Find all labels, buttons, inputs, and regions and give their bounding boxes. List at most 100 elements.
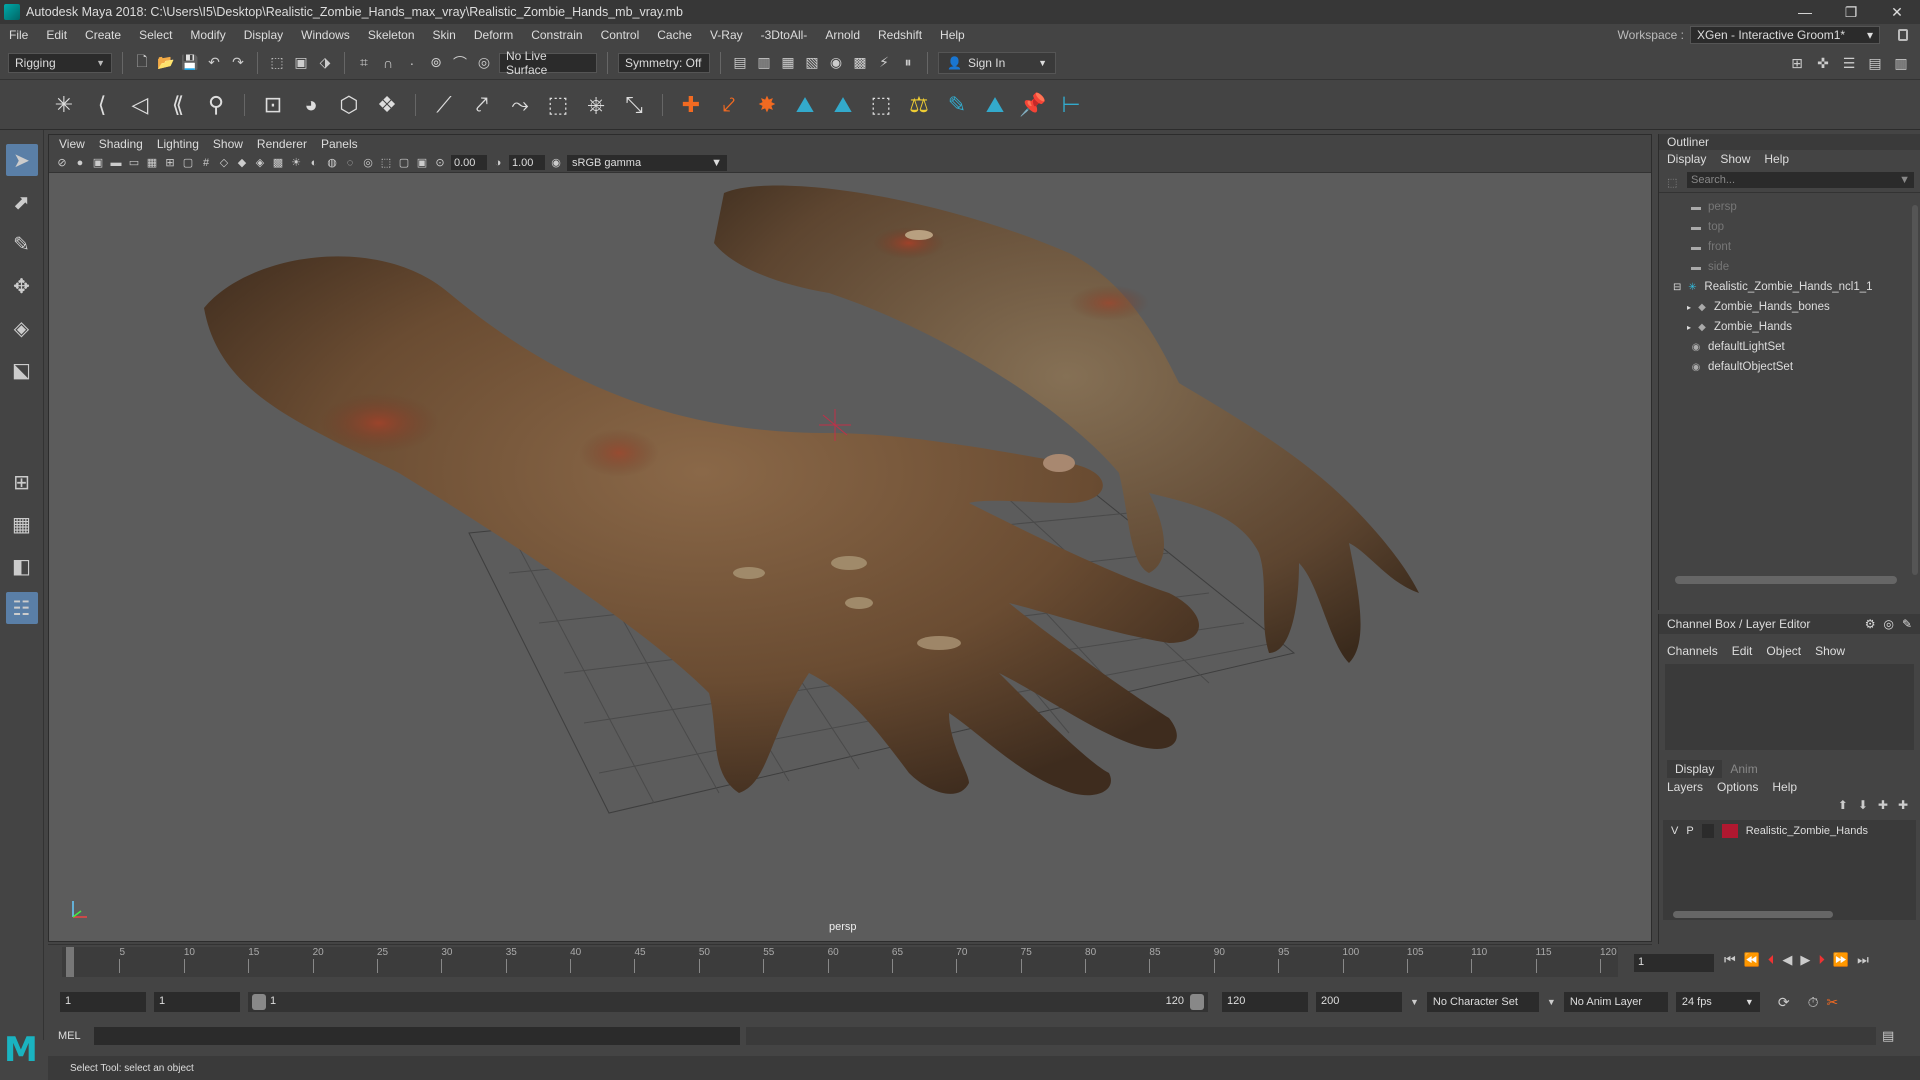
color-space-dropdown[interactable]: sRGB gamma ▼	[567, 154, 727, 171]
viewport-menu-item[interactable]: Lighting	[157, 137, 209, 151]
outliner-vertical-scrollbar[interactable]	[1912, 205, 1918, 575]
live-surface-field[interactable]: No Live Surface	[499, 49, 597, 77]
nonlinear-bend-icon[interactable]: ⤳	[506, 91, 534, 119]
isolate-select-icon[interactable]: ⬚	[379, 156, 393, 170]
step-forward-frame-icon[interactable]: ⏩	[1833, 952, 1849, 968]
command-input[interactable]	[94, 1027, 740, 1045]
animation-prefs-icon[interactable]: ✂	[1827, 994, 1839, 1011]
gamma-icon[interactable]: ◑	[491, 156, 505, 170]
layer-horizontal-scrollbar[interactable]	[1673, 911, 1833, 918]
layer-move-down-icon[interactable]: ⬇	[1858, 798, 1868, 812]
driven-key-icon[interactable]: ✎	[943, 91, 971, 119]
step-forward-key-icon[interactable]: ⏵	[1818, 952, 1825, 968]
layer-playback-toggle[interactable]: P	[1686, 825, 1693, 837]
menu-item[interactable]: Modify	[181, 28, 234, 42]
layer-menu-item[interactable]: Layers	[1667, 780, 1703, 794]
time-slider-track[interactable]: 1510152025303540455055606570758085909510…	[62, 947, 1618, 977]
outliner-item[interactable]: ▸ ◆ Zombie_Hands	[1659, 317, 1920, 337]
bind-skin-icon[interactable]: ⊡	[259, 91, 287, 119]
safe-action-icon[interactable]: ▢	[181, 156, 195, 170]
minimize-button[interactable]: —	[1782, 0, 1828, 24]
camera-attributes-icon[interactable]: ⊘	[55, 156, 69, 170]
outliner-horizontal-scrollbar[interactable]	[1675, 576, 1897, 584]
mel-language-toggle[interactable]: MEL	[58, 1030, 88, 1042]
tool-settings-icon[interactable]: ▤	[1866, 54, 1884, 72]
layer-menu-item[interactable]: Help	[1772, 780, 1797, 794]
menu-item[interactable]: V-Ray	[701, 28, 752, 42]
render-frame-icon[interactable]: ▥	[755, 54, 773, 72]
menu-item[interactable]: Deform	[465, 28, 522, 42]
menu-item[interactable]: Select	[130, 28, 181, 42]
ambient-occlusion-icon[interactable]: ◍	[325, 156, 339, 170]
current-frame-field[interactable]: 1	[1634, 954, 1714, 972]
outliner-item[interactable]: ▬ side	[1659, 257, 1920, 277]
select-object-icon[interactable]: ▣	[292, 54, 310, 72]
fps-dropdown[interactable]: 24 fps ▼	[1675, 992, 1760, 1012]
wireframe-on-shaded-icon[interactable]: ◈	[253, 156, 267, 170]
range-start-handle[interactable]	[252, 994, 266, 1010]
exposure-field[interactable]: 0.00	[451, 155, 487, 170]
render-view-icon[interactable]: ▤	[731, 54, 749, 72]
snap-surface-icon[interactable]: ⌒	[451, 54, 469, 72]
script-editor-icon[interactable]: ▤	[1882, 1028, 1894, 1044]
playback-start-field[interactable]: 1	[154, 992, 240, 1012]
menu-item[interactable]: Control	[592, 28, 649, 42]
menu-item[interactable]: File	[0, 28, 37, 42]
scale-tool-icon[interactable]: ⬕	[6, 354, 38, 386]
layer-editor-tab[interactable]: Anim	[1722, 760, 1765, 778]
play-backwards-icon[interactable]: ◀	[1782, 952, 1792, 968]
wire-icon[interactable]: ⎈	[582, 91, 610, 119]
outliner-item[interactable]: ▬ front	[1659, 237, 1920, 257]
paint-weights-icon[interactable]: ⬡	[335, 91, 363, 119]
lights-icon[interactable]: ☀	[289, 156, 303, 170]
time-slider[interactable]: 1510152025303540455055606570758085909510…	[48, 944, 1652, 978]
menu-item[interactable]: Skeleton	[359, 28, 424, 42]
goto-bind-pose-icon[interactable]: ⊢	[1057, 91, 1085, 119]
aim-constraint-icon[interactable]: ⤦	[715, 91, 743, 119]
scale-constraint-icon[interactable]: ⛰	[829, 91, 857, 119]
menu-item[interactable]: Edit	[37, 28, 76, 42]
smooth-shade-icon[interactable]: ◆	[235, 156, 249, 170]
outliner-menu-item[interactable]: Help	[1764, 152, 1789, 166]
save-scene-icon[interactable]: 💾	[181, 54, 199, 72]
menu-item[interactable]: Windows	[292, 28, 359, 42]
blend-shape-icon[interactable]: ⚖	[905, 91, 933, 119]
outliner-item[interactable]: ▸ ◆ Zombie_Hands_bones	[1659, 297, 1920, 317]
two-pane-icon[interactable]: ◧	[6, 550, 38, 582]
viewport-menu-item[interactable]: Show	[213, 137, 253, 151]
filter-icon[interactable]: ⬚	[1667, 176, 1677, 189]
menu-item[interactable]: Skin	[424, 28, 465, 42]
attribute-editor-icon[interactable]: ☰	[1840, 54, 1858, 72]
wireframe-icon[interactable]: ◇	[217, 156, 231, 170]
layer-move-up-icon[interactable]: ⬆	[1838, 798, 1848, 812]
anti-aliasing-icon[interactable]: ◎	[361, 156, 375, 170]
outliner-layout-icon[interactable]: ☷	[5, 592, 38, 624]
go-to-end-icon[interactable]: ⏭	[1857, 952, 1869, 968]
undo-icon[interactable]: ↶	[205, 54, 223, 72]
menu-item[interactable]: Cache	[648, 28, 701, 42]
xray-icon[interactable]: ▢	[397, 156, 411, 170]
menu-item[interactable]: Help	[931, 28, 974, 42]
snap-projected-icon[interactable]: ◎	[475, 54, 493, 72]
outliner-item[interactable]: ◉ defaultObjectSet	[1659, 357, 1920, 377]
move-tool-icon[interactable]: ✥	[6, 270, 38, 302]
grid-toggle-icon[interactable]: #	[199, 156, 213, 170]
modeling-toolkit-icon[interactable]: ⊞	[1788, 54, 1806, 72]
expand-toggle-icon[interactable]: ⊟	[1673, 282, 1681, 293]
outliner-item[interactable]: ▬ persp	[1659, 197, 1920, 217]
pole-vector-icon[interactable]: ⬚	[867, 91, 895, 119]
chevron-down-icon[interactable]: ▼	[1547, 997, 1556, 1007]
ik-handle-icon[interactable]: ◁	[126, 91, 154, 119]
film-gate-icon[interactable]: ▬	[109, 156, 123, 170]
character-set-field[interactable]: No Character Set	[1426, 992, 1539, 1012]
step-back-key-icon[interactable]: ⏴	[1768, 952, 1775, 968]
viewport-menu-item[interactable]: Renderer	[257, 137, 317, 151]
outliner-menu-item[interactable]: Show	[1720, 152, 1750, 166]
motion-blur-icon[interactable]: ◌	[343, 156, 357, 170]
insert-joint-icon[interactable]: ⟨	[88, 91, 116, 119]
menu-item[interactable]: -3DtoAll-	[752, 28, 817, 42]
color-management-icon[interactable]: ◉	[549, 156, 563, 170]
symmetry-dropdown[interactable]: Symmetry: Off	[618, 52, 710, 73]
textured-icon[interactable]: ▩	[271, 156, 285, 170]
paint-select-icon[interactable]: ✎	[6, 228, 38, 260]
